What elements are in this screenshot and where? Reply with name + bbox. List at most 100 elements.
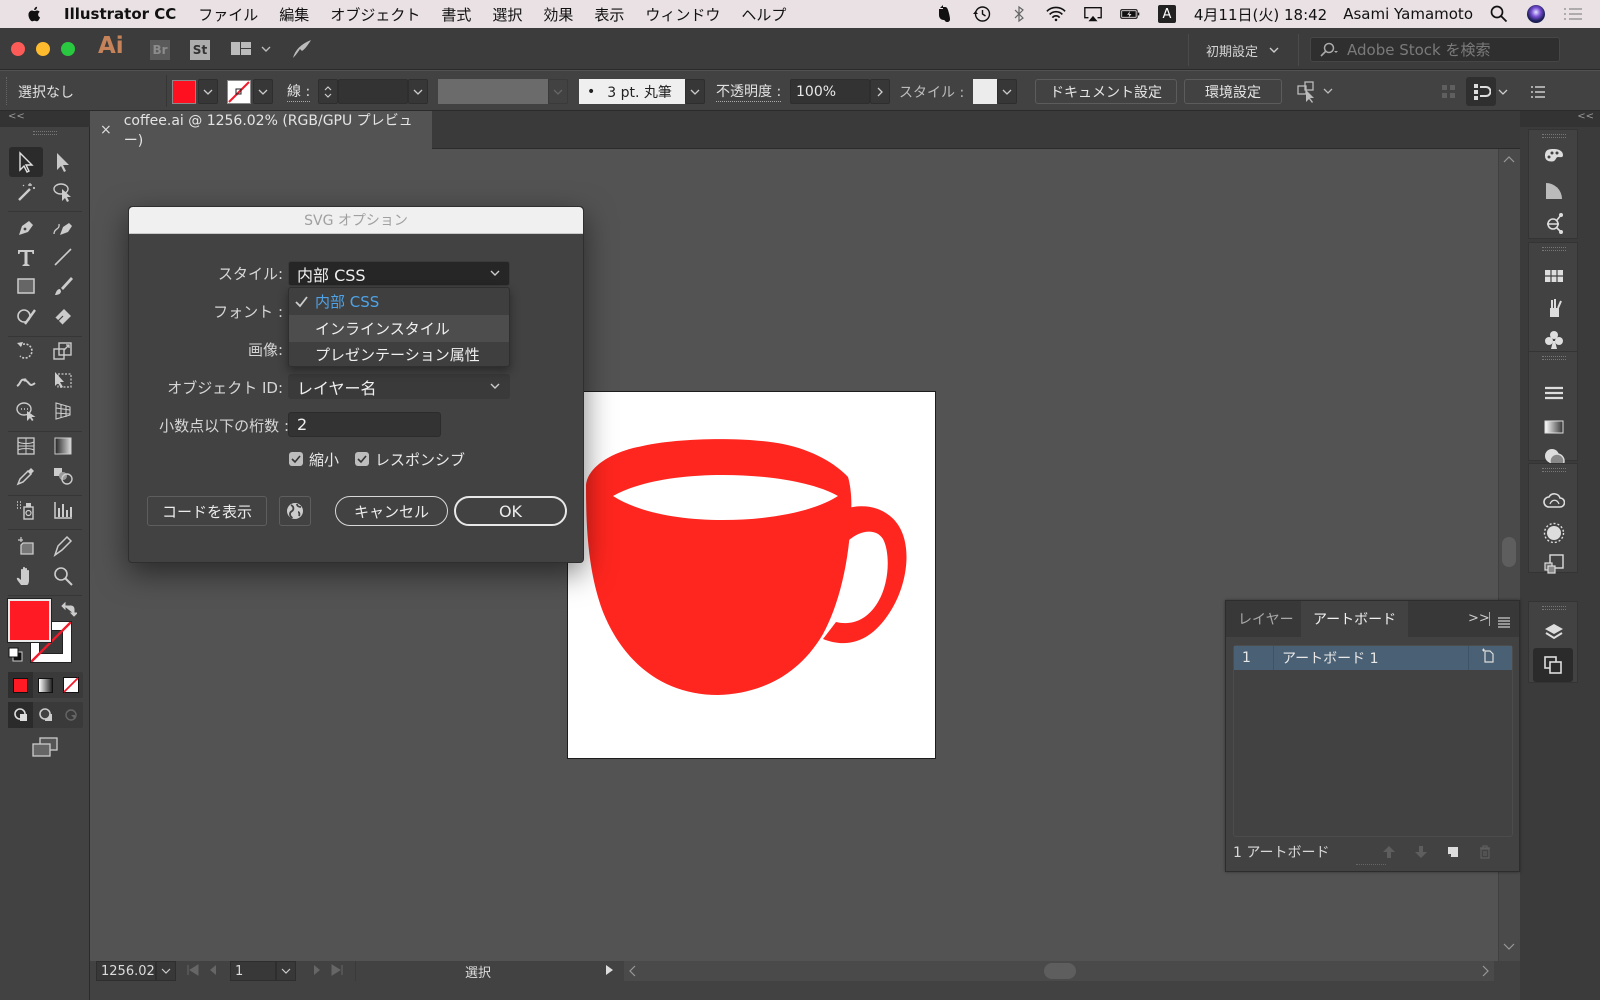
shape-builder-tool[interactable] [9,396,43,426]
stock-button[interactable]: St [190,40,210,60]
rotate-tool[interactable] [9,336,43,366]
object-id-select[interactable]: レイヤー名 [288,374,510,399]
menu-help[interactable]: ヘルプ [741,4,786,25]
scroll-up-icon[interactable] [1502,155,1516,165]
decimal-places-input[interactable]: 2 [288,412,441,437]
draw-behind-button[interactable] [33,702,58,728]
panel-menu-button[interactable] [1497,613,1511,632]
draw-normal-button[interactable] [8,702,33,728]
zoom-level-input[interactable]: 1256.02% [96,961,156,981]
collapse-dock-button[interactable]: << [1520,111,1600,127]
gpu-performance-icon[interactable] [290,38,314,64]
responsive-label[interactable]: レスポンシブ [375,449,465,470]
rectangle-tool[interactable] [9,271,43,301]
stroke-panel-icon[interactable] [1541,380,1567,406]
stroke-weight-control[interactable] [318,79,428,104]
minify-checkbox[interactable] [289,452,303,466]
symbols-panel-icon[interactable] [1541,327,1567,353]
brush-preview[interactable]: • 3 pt. 丸筆 [579,79,685,104]
adobe-stock-search[interactable]: Adobe Stock を検索 [1310,37,1560,62]
eraser-tool[interactable] [46,301,80,331]
style-option-inline-style[interactable]: インラインスタイル [289,315,509,342]
brushes-panel-icon[interactable] [1541,295,1567,321]
toolbox-grip[interactable] [33,131,57,135]
input-method-icon[interactable]: A [1157,5,1177,23]
minify-label[interactable]: 縮小 [309,449,339,470]
menu-window[interactable]: ウィンドウ [645,4,720,25]
tab-layers[interactable]: レイヤー [1226,601,1306,637]
draw-inside-button[interactable] [58,702,83,728]
hand-tool[interactable] [9,561,43,591]
lasso-tool[interactable] [46,177,80,207]
zoom-window-button[interactable] [61,42,75,56]
spotlight-icon[interactable] [1489,5,1509,23]
magic-wand-tool[interactable] [9,177,43,207]
stroke-color-control[interactable] [227,79,273,104]
dock-grip[interactable] [1542,606,1566,610]
move-down-icon[interactable] [1413,844,1429,860]
opacity-input[interactable]: 100% [790,79,870,104]
document-setup-button[interactable]: ドキュメント設定 [1035,79,1177,104]
close-window-button[interactable] [11,42,25,56]
opacity-label[interactable]: 不透明度 : [716,79,782,104]
scale-tool[interactable] [46,336,80,366]
artboard-number-dropdown[interactable] [276,961,296,981]
bluetooth-icon[interactable] [1009,5,1029,23]
ok-button[interactable]: OK [454,496,567,526]
slice-tool[interactable] [46,531,80,561]
fill-color-box[interactable] [7,598,52,643]
perspective-grid-tool[interactable] [46,396,80,426]
panel-resize-grip[interactable] [1356,864,1386,868]
new-artboard-icon[interactable] [1445,844,1461,860]
menu-app-name[interactable]: Illustrator CC [64,5,176,23]
gradient-panel-icon[interactable] [1541,414,1567,440]
asset-export-icon[interactable] [1541,550,1567,576]
artboard[interactable] [567,391,936,759]
stroke-swatch-none[interactable] [227,79,251,104]
web-preview-button[interactable] [279,496,311,526]
artboard-tool[interactable] [9,531,43,561]
document-tab[interactable]: × coffee.ai @ 1256.02% (RGB/GPU プレビュー) [90,111,432,149]
column-graph-tool[interactable] [46,495,80,525]
eyedropper-tool[interactable] [9,461,43,491]
align-panel-button[interactable] [1466,77,1496,106]
curvature-tool[interactable] [46,212,80,242]
fill-swatch[interactable] [172,79,196,104]
show-code-button[interactable]: コードを表示 [147,496,267,526]
coffee-cup-artwork[interactable] [568,392,937,760]
swatches-panel-icon[interactable] [1541,263,1567,289]
shaper-tool[interactable] [9,301,43,331]
horizontal-scrollbar[interactable] [624,961,1494,981]
evernote-icon[interactable] [935,5,955,23]
stroke-label[interactable]: 線 : [287,79,311,104]
width-tool[interactable] [9,366,43,396]
appearance-panel-icon[interactable] [1541,520,1567,546]
zoom-level-dropdown[interactable] [156,961,176,981]
vertical-scroll-thumb[interactable] [1502,537,1516,567]
selection-tool[interactable] [9,147,43,177]
color-panel-icon[interactable] [1541,144,1567,170]
select-similar-button[interactable] [1296,79,1336,104]
artboard-row[interactable]: 1 アートボード 1 [1234,646,1512,670]
swap-fill-stroke-button[interactable] [61,601,79,621]
battery-icon[interactable] [1120,5,1140,23]
stroke-dropdown[interactable] [253,79,273,104]
menu-object[interactable]: オブジェクト [330,4,420,25]
paintbrush-tool[interactable] [46,271,80,301]
status-mode[interactable]: 選択 [355,961,600,981]
stroke-weight-input[interactable] [338,79,408,104]
move-up-icon[interactable] [1381,844,1397,860]
cancel-button[interactable]: キャンセル [335,496,448,526]
width-profile-preview[interactable] [438,79,548,104]
type-tool[interactable] [9,242,43,272]
menu-type[interactable]: 書式 [441,4,471,25]
layers-panel-icon[interactable] [1541,619,1567,645]
notification-center-icon[interactable] [1563,5,1583,23]
variable-width-profile[interactable] [438,79,568,104]
workspace-switcher[interactable]: 初期設定 [1200,38,1280,62]
menu-edit[interactable]: 編集 [279,4,309,25]
stroke-weight-dropdown[interactable] [408,79,428,104]
graphic-style-dropdown[interactable] [997,79,1017,104]
gradient-mode-button[interactable] [33,672,58,698]
scroll-left-icon[interactable] [628,965,638,977]
